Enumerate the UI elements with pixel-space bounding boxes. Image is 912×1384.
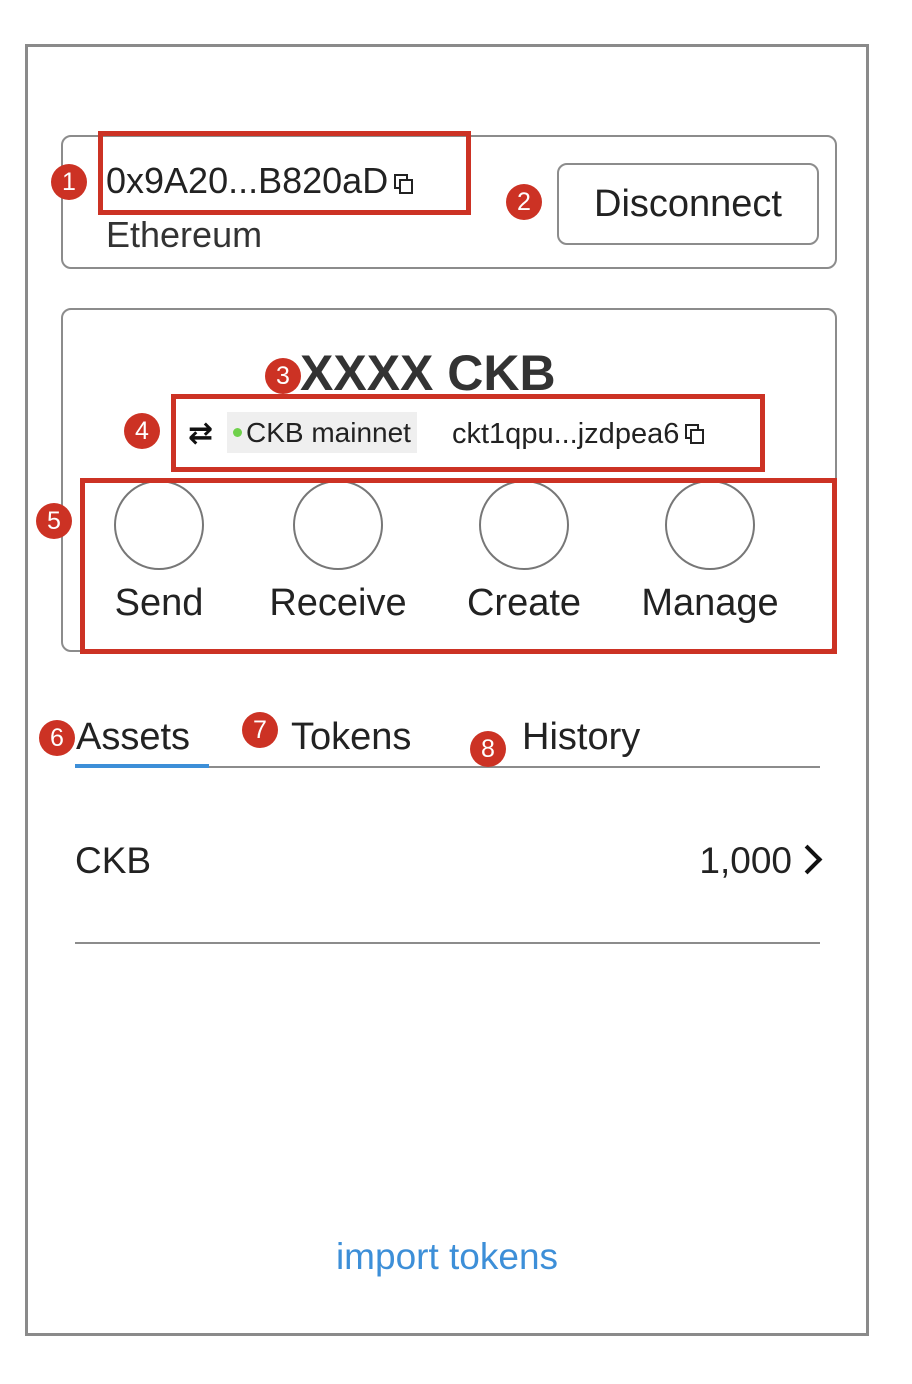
asset-amount: 1,000 xyxy=(699,840,792,881)
tab-history[interactable]: History xyxy=(522,716,640,759)
annotation-badge: 1 xyxy=(51,164,87,200)
annotation-badge: 5 xyxy=(36,503,72,539)
import-tokens-link[interactable]: import tokens xyxy=(0,1236,894,1278)
tab-tokens[interactable]: Tokens xyxy=(291,716,411,759)
annotation-badge: 4 xyxy=(124,413,160,449)
annotation-badge: 8 xyxy=(470,731,506,767)
disconnect-button[interactable]: Disconnect xyxy=(557,163,819,245)
list-item[interactable]: CKB 1,000 xyxy=(75,830,823,890)
annotation-badge: 3 xyxy=(265,358,301,394)
annotation-badge: 7 xyxy=(242,712,278,748)
list-divider xyxy=(75,942,820,944)
tab-active-indicator xyxy=(75,764,209,768)
annotation-box-network xyxy=(171,394,765,472)
tab-assets[interactable]: Assets xyxy=(76,716,190,759)
annotation-box-address xyxy=(98,131,471,215)
chevron-right-icon xyxy=(792,844,823,875)
network-name: Ethereum xyxy=(106,214,263,255)
annotation-badge: 6 xyxy=(39,720,75,756)
annotation-badge: 2 xyxy=(506,184,542,220)
annotation-box-actions xyxy=(80,478,837,654)
asset-name: CKB xyxy=(75,840,152,881)
